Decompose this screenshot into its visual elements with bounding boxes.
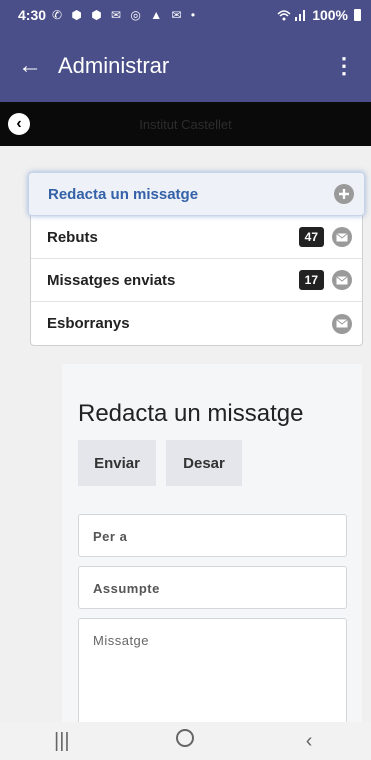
menu-item-label: Esborranys — [47, 315, 130, 332]
wifi-signal-icon — [277, 10, 306, 21]
app-bar: ← Administrar ⋮ — [0, 30, 371, 102]
overflow-menu-icon[interactable]: ⋮ — [333, 53, 355, 79]
message-placeholder: Missatge — [93, 633, 150, 648]
recipient-field[interactable]: Per a — [78, 514, 347, 557]
menu-item-label: Rebuts — [47, 228, 98, 246]
envelope-icon — [332, 313, 352, 334]
page-title: Administrar — [58, 53, 170, 78]
mail-menu: Redacta un missatge Rebuts 47 Missatges … — [28, 172, 365, 346]
battery-level: 100% — [312, 7, 348, 23]
plus-circle-icon — [334, 184, 354, 204]
status-right: 100% — [276, 7, 361, 23]
menu-item-drafts[interactable]: Esborranys — [31, 302, 362, 345]
system-nav-bar: ||| ‹ — [0, 722, 371, 760]
school-name: Institut Castellet — [139, 116, 232, 132]
compose-panel: Redacta un missatge Enviar Desar Per a A… — [62, 364, 362, 758]
menu-item-inbox[interactable]: Rebuts 47 — [31, 216, 362, 259]
envelope-icon — [332, 227, 352, 247]
menu-item-compose[interactable]: Redacta un missatge — [28, 172, 365, 216]
inbox-count-badge: 47 — [298, 227, 324, 247]
subject-placeholder: Assumpte — [93, 581, 160, 596]
menu-item-label: Redacta un missatge — [48, 185, 199, 203]
compose-title: Redacta un missatge — [78, 400, 304, 427]
menu-item-label: Missatges enviats — [47, 271, 176, 289]
menu-item-sent[interactable]: Missatges enviats 17 — [31, 259, 362, 302]
subject-field[interactable]: Assumpte — [78, 566, 347, 609]
send-button[interactable]: Enviar — [78, 440, 156, 486]
home-icon[interactable] — [155, 729, 215, 753]
back-circle-icon[interactable]: ‹ — [8, 113, 30, 135]
notification-icons: ✆ ⬢ ⬢ ✉ ◎ ▲ ✉ • — [52, 8, 199, 22]
status-bar: 4:30 ✆ ⬢ ⬢ ✉ ◎ ▲ ✉ • 100% — [0, 0, 371, 30]
status-time: 4:30 — [18, 7, 47, 23]
battery-icon — [354, 9, 361, 21]
recent-apps-icon[interactable]: ||| — [32, 730, 92, 753]
envelope-icon — [332, 270, 352, 290]
back-arrow-icon[interactable]: ← — [18, 52, 42, 80]
save-button[interactable]: Desar — [166, 440, 242, 486]
school-bar: ‹ Institut Castellet — [0, 102, 371, 146]
sent-count-badge: 17 — [298, 270, 324, 290]
back-nav-icon[interactable]: ‹ — [279, 730, 339, 753]
recipient-placeholder: Per a — [93, 529, 128, 544]
